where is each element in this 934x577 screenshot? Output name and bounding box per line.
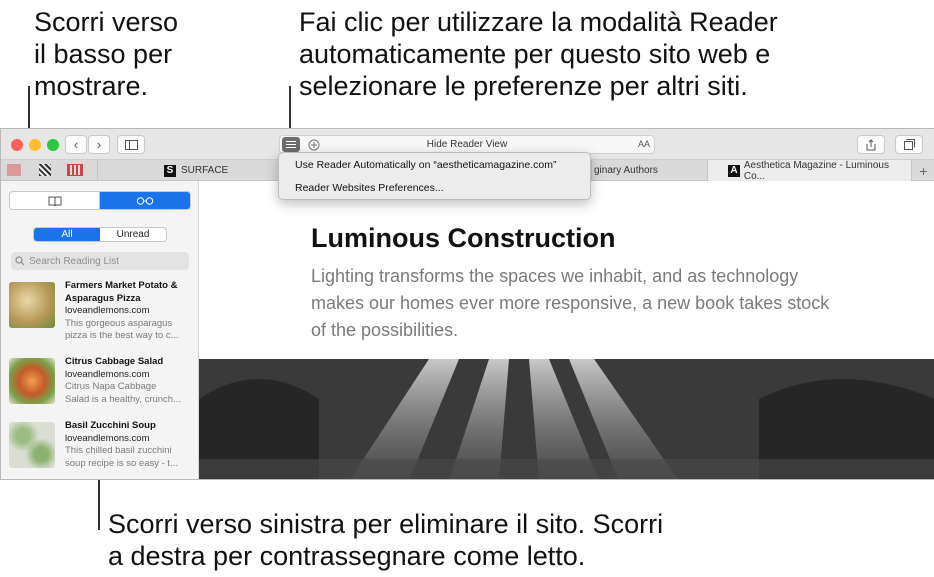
reader-menu: Use Reader Automatically on “aestheticam… <box>278 152 591 200</box>
forward-button[interactable]: › <box>88 135 110 154</box>
reading-list-item[interactable]: Citrus Cabbage Salad loveandlemons.com C… <box>9 356 191 418</box>
address-text: Hide Reader View <box>426 139 508 150</box>
item-description: Salad is a healthy, crunch... <box>65 393 181 405</box>
item-text: Basil Zucchini Soup loveandlemons.com Th… <box>65 420 193 470</box>
item-thumbnail <box>9 282 55 328</box>
sidebar-mode-switch <box>9 191 191 210</box>
zoom-window-button[interactable] <box>47 139 59 151</box>
back-button[interactable]: ‹ <box>65 135 87 154</box>
item-thumbnail <box>9 422 55 468</box>
tab-favicon: S <box>164 164 176 177</box>
sidebar-toggle-button[interactable] <box>117 135 145 154</box>
callout-line: Scorri verso sinistra per eliminare il s… <box>108 509 664 539</box>
article-subtitle: Lighting transforms the spaces we inhabi… <box>311 266 830 340</box>
item-thumbnail <box>9 358 55 404</box>
callout-swipe: Scorri verso sinistra per eliminare il s… <box>108 508 663 572</box>
glasses-icon <box>136 196 154 205</box>
item-description: This chilled basil zucchini <box>65 445 172 456</box>
pinned-tab-1[interactable] <box>7 164 21 176</box>
search-placeholder: Search Reading List <box>29 255 120 267</box>
item-title: Farmers Market Potato & <box>65 280 178 291</box>
callout-line: selezionare le preferenze per altri siti… <box>299 71 748 101</box>
item-site: loveandlemons.com <box>65 305 150 316</box>
article-hero-image <box>199 359 934 479</box>
chevron-left-icon: ‹ <box>73 137 79 152</box>
reading-list-tab[interactable] <box>100 192 190 209</box>
reader-content: Luminous Construction Lighting transform… <box>199 181 934 479</box>
tabs-icon <box>903 139 915 150</box>
callout-line: automaticamente per questo sito web e <box>299 39 771 69</box>
item-description: This gorgeous asparagus <box>65 317 173 329</box>
pinned-tab-2[interactable] <box>39 164 51 176</box>
callout-line: a destra per contrassegnare come letto. <box>108 541 586 571</box>
sidebar: All Unread Search Reading List Farmers M… <box>1 181 199 479</box>
item-description: soup recipe is so easy - t... <box>65 457 178 469</box>
text-size-button[interactable]: AA <box>638 139 650 149</box>
callout-scroll-down: Scorri verso il basso per mostrare. <box>34 6 178 102</box>
bookmarks-tab[interactable] <box>10 192 100 209</box>
item-title: Basil Zucchini Soup <box>65 420 156 431</box>
item-site: loveandlemons.com <box>65 368 150 380</box>
tab-surface[interactable]: S SURFACE <box>97 160 277 181</box>
share-button[interactable] <box>857 135 885 154</box>
reading-filter: All Unread <box>33 227 167 242</box>
tab-imaginary-authors[interactable]: ginary Authors <box>591 160 707 181</box>
tab-aesthetica[interactable]: A Aesthetica Magazine - Luminous Co... <box>707 159 911 182</box>
filter-all[interactable]: All <box>34 228 100 241</box>
tab-label: ginary Authors <box>594 165 658 176</box>
new-tab-button[interactable]: + <box>911 160 934 181</box>
close-window-button[interactable] <box>11 139 23 151</box>
item-text: Citrus Cabbage Salad loveandlemons.com C… <box>65 356 193 406</box>
item-site: loveandlemons.com <box>65 432 150 444</box>
search-icon <box>15 256 25 266</box>
leader-line-swipe <box>98 478 100 530</box>
menu-item-use-reader-automatically[interactable]: Use Reader Automatically on “aestheticam… <box>295 159 556 171</box>
sidebar-icon <box>124 139 138 150</box>
share-icon <box>866 138 876 150</box>
reading-list-item[interactable]: Basil Zucchini Soup loveandlemons.com Th… <box>9 420 193 479</box>
article-title: Luminous Construction <box>311 223 616 253</box>
tab-label: SURFACE <box>181 165 229 176</box>
minimize-window-button[interactable] <box>29 139 41 151</box>
menu-item-reader-preferences[interactable]: Reader Websites Preferences... <box>295 182 444 194</box>
callout-line: mostrare. <box>34 71 149 101</box>
filter-unread[interactable]: Unread <box>100 228 166 241</box>
pinned-tab-3[interactable] <box>67 164 83 176</box>
callout-reader-auto: Fai clic per utilizzare la modalità Read… <box>299 6 778 102</box>
callout-line: il basso per <box>34 39 173 69</box>
tab-label: Aesthetica Magazine - Luminous Co... <box>743 159 889 182</box>
chevron-right-icon: › <box>96 137 102 152</box>
tab-overview-button[interactable] <box>895 135 923 154</box>
light-beams-image <box>199 359 934 479</box>
item-description: Citrus Napa Cabbage <box>65 381 157 392</box>
plus-icon: + <box>919 162 928 179</box>
item-title: Asparagus Pizza <box>65 292 141 304</box>
callout-line: Fai clic per utilizzare la modalità Read… <box>299 7 778 37</box>
search-reading-list[interactable]: Search Reading List <box>11 252 189 270</box>
item-description: pizza is the best way to c... <box>65 330 179 341</box>
reading-list-item[interactable]: Farmers Market Potato & Asparagus Pizza … <box>9 280 191 342</box>
item-text: Farmers Market Potato & Asparagus Pizza … <box>65 280 193 343</box>
item-title: Citrus Cabbage Salad <box>65 356 164 367</box>
tab-favicon: A <box>728 164 740 177</box>
book-icon <box>48 196 61 206</box>
callout-line: Scorri verso <box>34 7 179 37</box>
